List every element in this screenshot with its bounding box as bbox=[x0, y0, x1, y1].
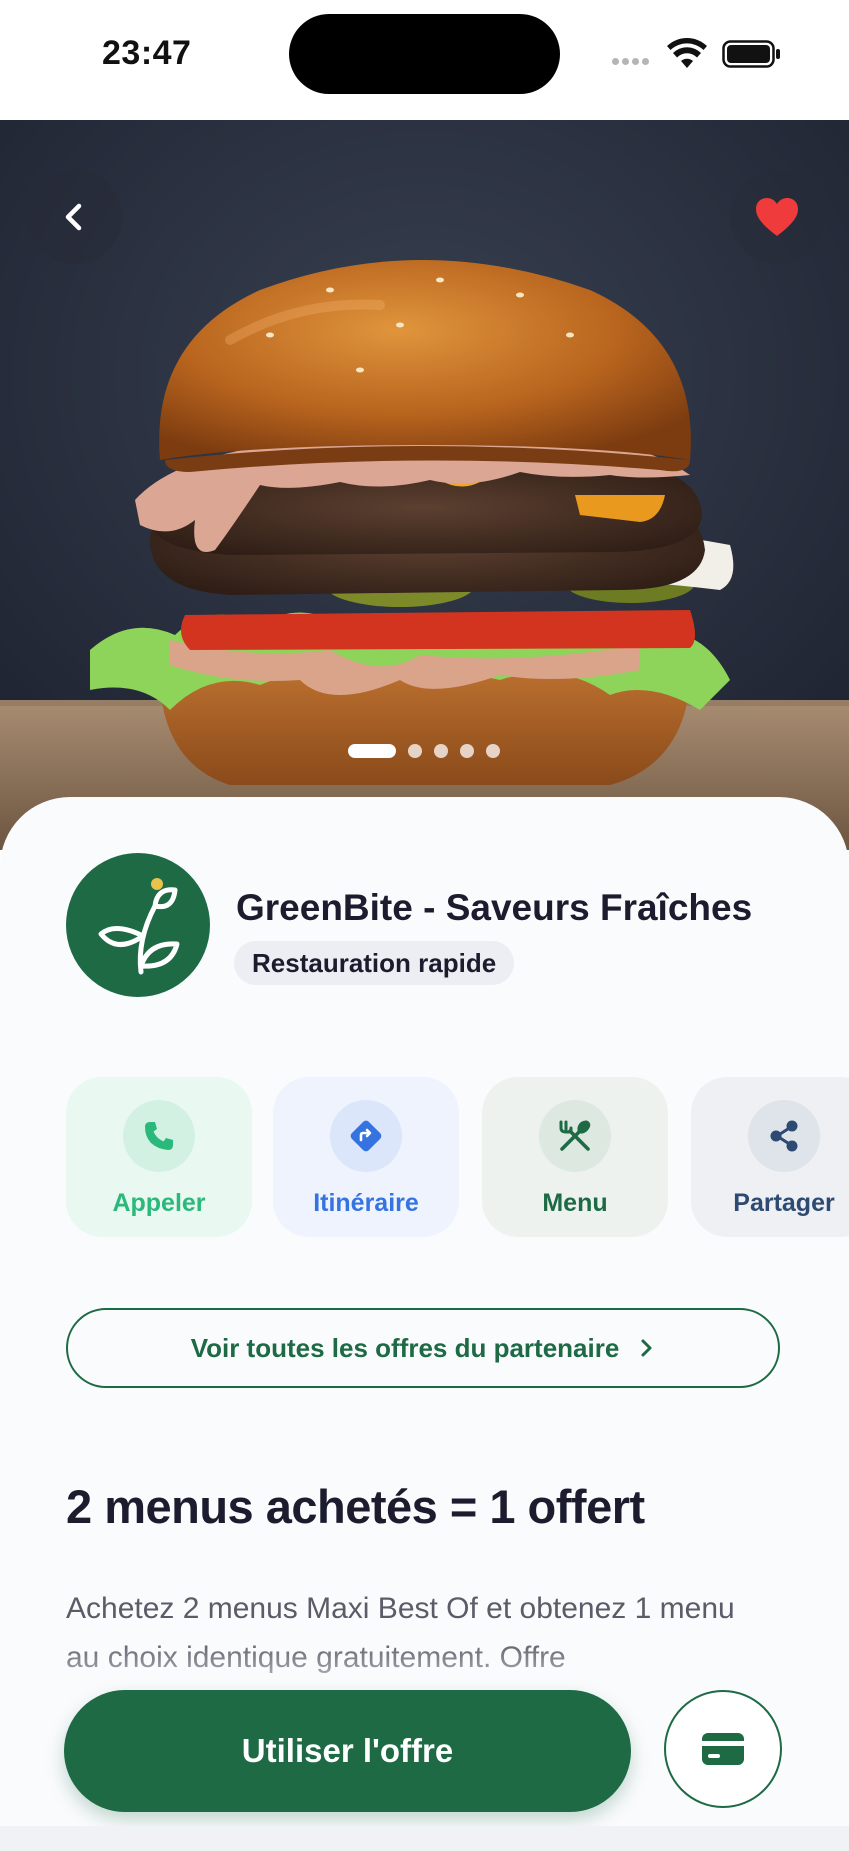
directions-button[interactable]: Itinéraire bbox=[273, 1077, 459, 1237]
use-offer-button[interactable]: Utiliser l'offre bbox=[64, 1690, 631, 1812]
all-offers-button[interactable]: Voir toutes les offres du partenaire bbox=[66, 1308, 780, 1388]
utensils-icon-wrap bbox=[539, 1100, 611, 1172]
chevron-right-icon bbox=[641, 1339, 652, 1357]
offer-title: 2 menus achetés = 1 offert bbox=[66, 1480, 645, 1533]
wifi-icon bbox=[667, 38, 707, 68]
share-icon-wrap bbox=[748, 1100, 820, 1172]
call-label: Appeler bbox=[112, 1189, 206, 1217]
carousel-dot-active[interactable] bbox=[348, 744, 396, 758]
leaf-logo-icon bbox=[98, 878, 180, 975]
home-indicator-area bbox=[0, 1826, 849, 1851]
directions-icon-wrap bbox=[330, 1100, 402, 1172]
back-button[interactable] bbox=[28, 170, 122, 264]
directions-label: Itinéraire bbox=[313, 1189, 419, 1217]
chevron-left-icon bbox=[65, 203, 82, 231]
favorite-button[interactable] bbox=[730, 170, 824, 264]
cellular-signal-icon bbox=[612, 58, 650, 66]
carousel-indicator bbox=[348, 744, 500, 758]
heart-icon bbox=[756, 198, 798, 236]
phone-icon bbox=[145, 1122, 173, 1150]
category-badge: Restauration rapide bbox=[234, 941, 515, 985]
partner-logo bbox=[66, 853, 210, 997]
directions-icon bbox=[350, 1120, 382, 1152]
hero-image bbox=[0, 120, 849, 850]
dynamic-island bbox=[289, 14, 560, 94]
card-icon bbox=[702, 1733, 744, 1765]
utensils-icon bbox=[559, 1120, 591, 1151]
menu-label: Menu bbox=[542, 1189, 608, 1217]
menu-button[interactable]: Menu bbox=[482, 1077, 668, 1237]
all-offers-label: Voir toutes les offres du partenaire bbox=[190, 1332, 620, 1363]
carousel-dot[interactable] bbox=[434, 744, 448, 758]
status-bar: 23:47 bbox=[0, 0, 849, 120]
share-label: Partager bbox=[733, 1189, 835, 1217]
carousel-dot[interactable] bbox=[460, 744, 474, 758]
status-time: 23:47 bbox=[102, 34, 192, 72]
carousel-dot[interactable] bbox=[486, 744, 500, 758]
partner-name: GreenBite - Saveurs Fraîches bbox=[236, 887, 753, 928]
share-button[interactable]: Partager bbox=[691, 1077, 849, 1237]
burger-photo bbox=[0, 120, 849, 850]
loyalty-card-button[interactable] bbox=[664, 1690, 782, 1808]
carousel-dot[interactable] bbox=[408, 744, 422, 758]
share-icon bbox=[770, 1120, 798, 1152]
phone-icon-wrap bbox=[123, 1100, 195, 1172]
call-button[interactable]: Appeler bbox=[66, 1077, 252, 1237]
battery-icon bbox=[722, 40, 780, 68]
